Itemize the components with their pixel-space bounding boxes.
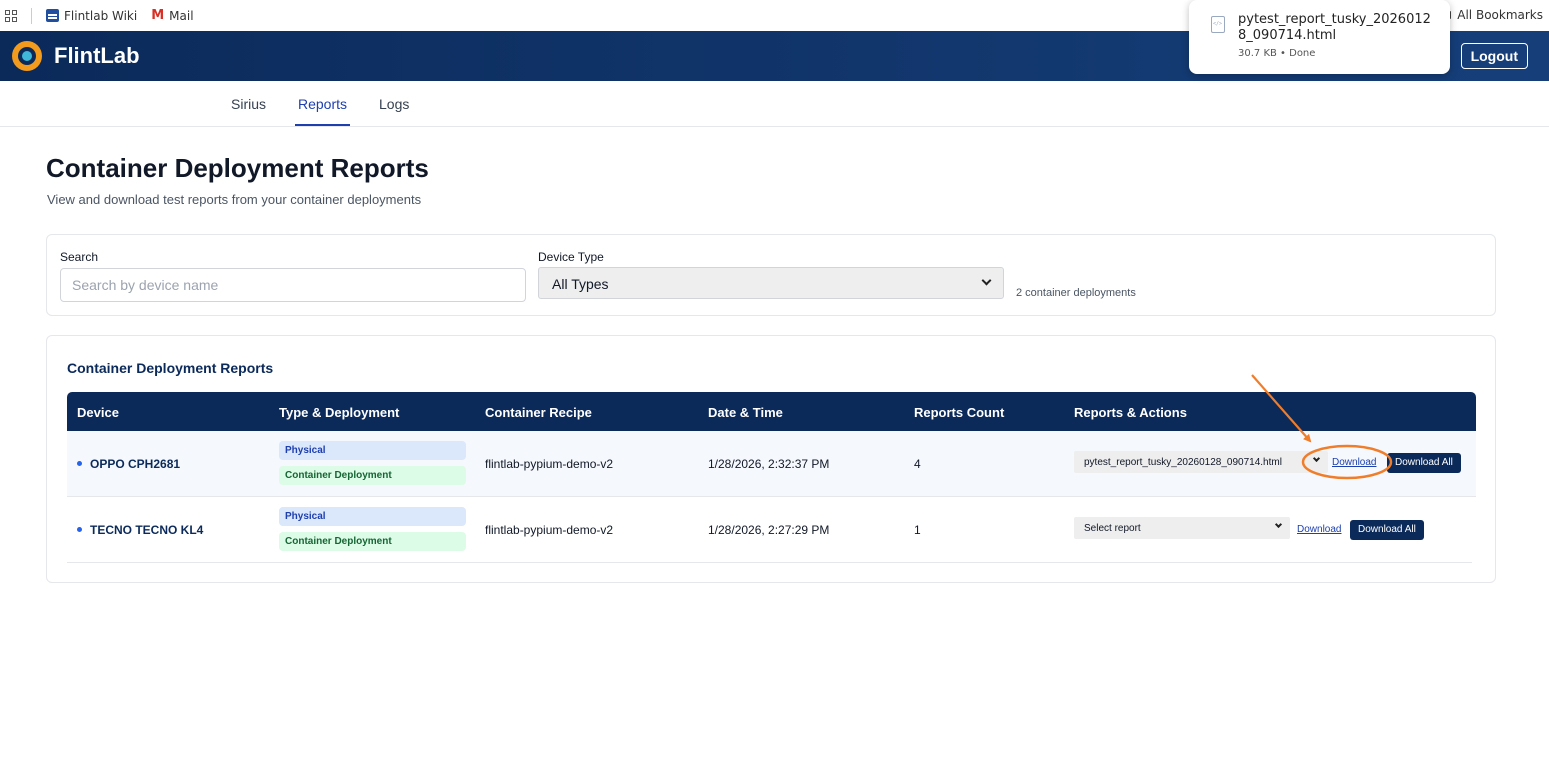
table-header: Device Type & Deployment Container Recip… bbox=[67, 392, 1476, 431]
column-header-datetime: Date & Time bbox=[708, 405, 783, 420]
status-dot-icon bbox=[77, 461, 82, 466]
report-select[interactable]: Select report bbox=[1074, 517, 1290, 539]
status-dot-icon bbox=[77, 527, 82, 532]
container-recipe: flintlab-pypium-demo-v2 bbox=[485, 457, 614, 471]
tab-reports[interactable]: Reports bbox=[298, 96, 347, 112]
download-all-button[interactable]: Download All bbox=[1387, 453, 1461, 473]
table-row: TECNO TECNO KL4 Physical Container Deplo… bbox=[67, 497, 1472, 563]
search-input[interactable] bbox=[60, 268, 526, 302]
column-header-type: Type & Deployment bbox=[279, 405, 400, 420]
bookmark-mail[interactable]: M Mail bbox=[151, 8, 193, 23]
deployment-badge: Container Deployment bbox=[279, 532, 466, 551]
device-type-value: All Types bbox=[552, 276, 609, 292]
bookmark-flintlab-wiki[interactable]: Flintlab Wiki bbox=[46, 9, 137, 23]
type-badge: Physical bbox=[279, 507, 466, 526]
device-type-label: Device Type bbox=[538, 250, 604, 264]
selected-report: pytest_report_tusky_20260128_090714.html bbox=[1084, 457, 1282, 468]
main-nav: Sirius Reports Logs bbox=[0, 81, 1549, 127]
all-bookmarks-label: All Bookmarks bbox=[1457, 8, 1543, 22]
column-header-reports-count: Reports Count bbox=[914, 405, 1005, 420]
chevron-down-icon bbox=[1274, 520, 1283, 529]
table-row: OPPO CPH2681 Physical Container Deployme… bbox=[67, 431, 1476, 497]
active-tab-indicator bbox=[295, 124, 350, 126]
wiki-icon bbox=[46, 9, 59, 22]
bookmark-separator bbox=[31, 7, 32, 24]
device-name: OPPO CPH2681 bbox=[90, 457, 181, 471]
chevron-down-icon bbox=[1312, 454, 1321, 463]
tab-logs[interactable]: Logs bbox=[379, 96, 409, 112]
bookmark-label: Mail bbox=[169, 8, 194, 23]
device-type-select[interactable]: All Types bbox=[538, 267, 1004, 299]
reports-table-card: Container Deployment Reports Device Type… bbox=[46, 335, 1496, 583]
report-select[interactable]: pytest_report_tusky_20260128_090714.html bbox=[1074, 451, 1328, 473]
html-file-icon bbox=[1211, 16, 1225, 33]
bookmark-label: Flintlab Wiki bbox=[64, 8, 138, 23]
chevron-down-icon bbox=[981, 275, 992, 286]
column-header-device: Device bbox=[77, 405, 119, 420]
table-title: Container Deployment Reports bbox=[67, 360, 274, 376]
device-name: TECNO TECNO KL4 bbox=[90, 523, 204, 537]
page-title: Container Deployment Reports bbox=[46, 153, 429, 183]
apps-grid-icon[interactable] bbox=[5, 9, 17, 22]
search-label: Search bbox=[60, 250, 99, 264]
column-header-recipe: Container Recipe bbox=[485, 405, 592, 420]
reports-count: 1 bbox=[914, 523, 921, 537]
app-title: FlintLab bbox=[54, 43, 140, 68]
selected-report: Select report bbox=[1084, 523, 1141, 534]
type-badge: Physical bbox=[279, 441, 466, 460]
date-time: 1/28/2026, 2:32:37 PM bbox=[708, 457, 830, 471]
deployment-count: 2 container deployments bbox=[1016, 287, 1136, 299]
deployment-badge: Container Deployment bbox=[279, 466, 466, 485]
flintlab-logo-icon bbox=[12, 41, 42, 71]
all-bookmarks-button[interactable]: All Bookmarks bbox=[1441, 8, 1543, 22]
download-link[interactable]: Download bbox=[1297, 524, 1341, 535]
column-header-actions: Reports & Actions bbox=[1074, 405, 1187, 420]
container-recipe: flintlab-pypium-demo-v2 bbox=[485, 523, 614, 537]
download-filename[interactable]: pytest_report_tusky_20260128_090714.html bbox=[1238, 12, 1438, 44]
download-link[interactable]: Download bbox=[1332, 457, 1376, 468]
date-time: 1/28/2026, 2:27:29 PM bbox=[708, 523, 830, 537]
download-all-button[interactable]: Download All bbox=[1350, 520, 1424, 540]
download-popup: pytest_report_tusky_20260128_090714.html… bbox=[1189, 0, 1450, 74]
download-meta: 30.7 KB • Done bbox=[1238, 48, 1316, 59]
gmail-icon: M bbox=[151, 8, 165, 23]
filter-card: Search Device Type All Types 2 container… bbox=[46, 234, 1496, 316]
tab-sirius[interactable]: Sirius bbox=[231, 96, 266, 112]
page-subtitle: View and download test reports from your… bbox=[47, 192, 422, 207]
reports-count: 4 bbox=[914, 457, 921, 471]
logout-button[interactable]: Logout bbox=[1460, 43, 1528, 69]
